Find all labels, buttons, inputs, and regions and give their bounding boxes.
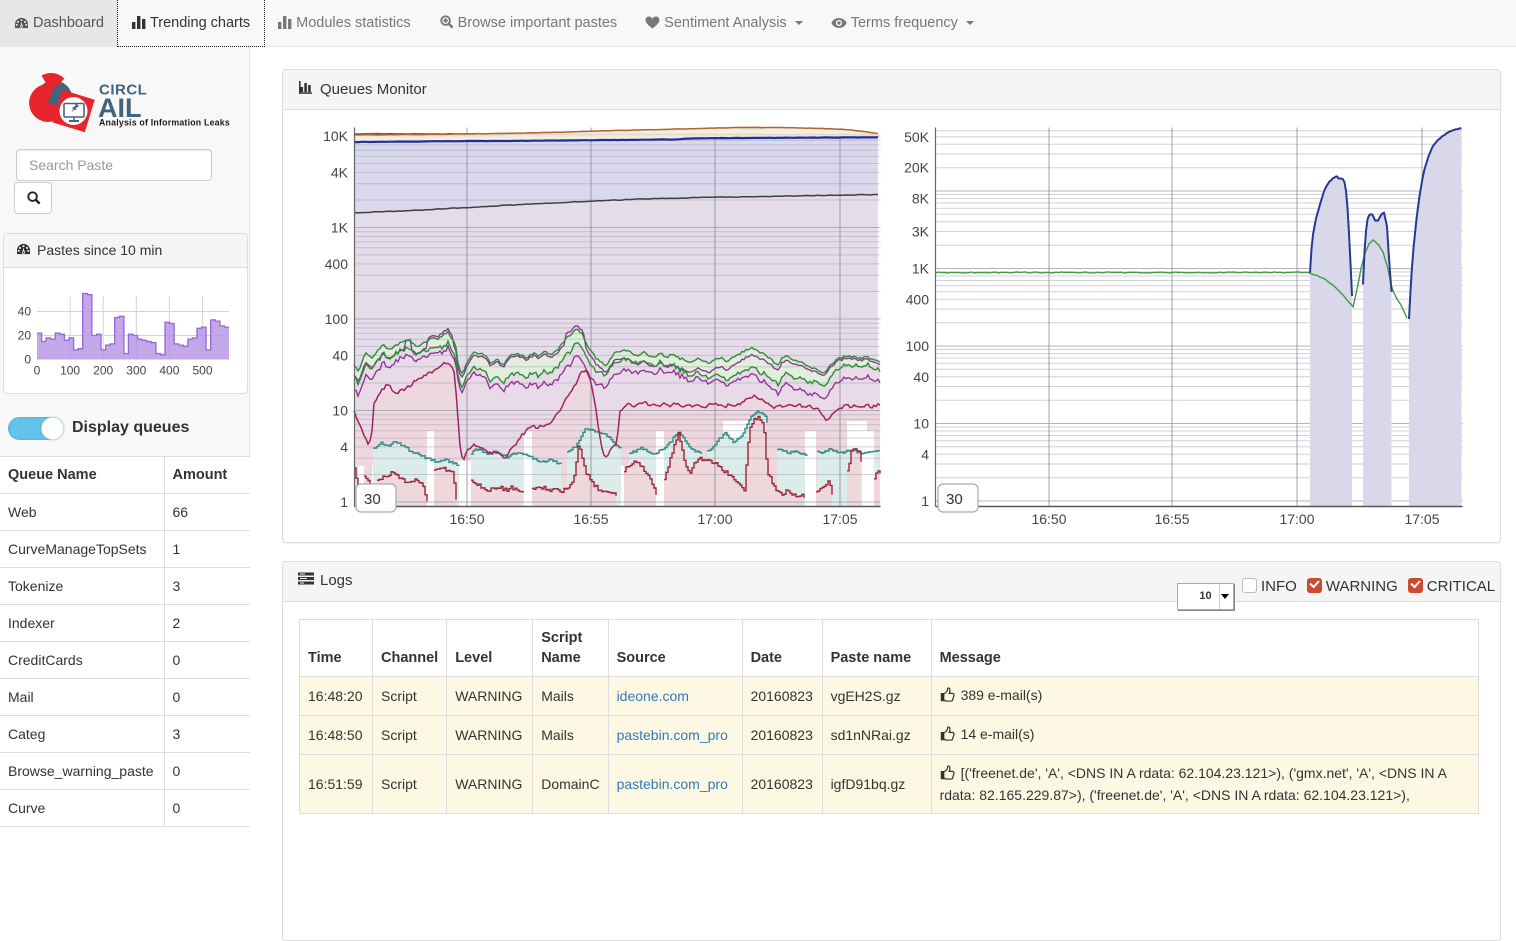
svg-text:17:05: 17:05 — [1404, 511, 1439, 527]
svg-text:4: 4 — [340, 439, 348, 455]
svg-text:1: 1 — [340, 494, 348, 510]
svg-text:10K: 10K — [323, 128, 349, 144]
svg-text:40: 40 — [18, 305, 32, 319]
svg-text:16:55: 16:55 — [1154, 511, 1189, 527]
svg-text:40: 40 — [913, 369, 929, 385]
svg-text:20: 20 — [18, 329, 32, 343]
svg-text:500: 500 — [192, 364, 212, 378]
svg-text:300: 300 — [126, 364, 146, 378]
svg-text:3K: 3K — [912, 224, 930, 240]
svg-text:1K: 1K — [912, 261, 930, 277]
svg-text:8K: 8K — [912, 191, 930, 207]
svg-text:4: 4 — [921, 446, 929, 462]
svg-text:1K: 1K — [331, 220, 349, 236]
svg-text:400: 400 — [906, 291, 930, 307]
svg-text:400: 400 — [159, 364, 179, 378]
svg-text:0: 0 — [24, 353, 31, 367]
svg-text:17:00: 17:00 — [1279, 511, 1314, 527]
svg-text:30: 30 — [946, 491, 963, 508]
svg-text:10: 10 — [913, 416, 929, 432]
svg-text:100: 100 — [906, 338, 930, 354]
svg-text:20K: 20K — [904, 160, 930, 176]
svg-text:100: 100 — [325, 311, 349, 327]
svg-text:50K: 50K — [904, 129, 930, 145]
svg-text:Analysis of Information Leaks: Analysis of Information Leaks — [99, 118, 230, 128]
svg-text:1: 1 — [921, 493, 929, 509]
svg-text:17:00: 17:00 — [697, 511, 732, 527]
svg-text:40: 40 — [332, 347, 348, 363]
svg-text:16:55: 16:55 — [573, 511, 608, 527]
svg-text:16:50: 16:50 — [449, 511, 484, 527]
svg-text:400: 400 — [325, 256, 349, 272]
svg-text:16:50: 16:50 — [1031, 511, 1066, 527]
svg-text:0: 0 — [34, 364, 41, 378]
svg-text:17:05: 17:05 — [822, 511, 857, 527]
svg-text:200: 200 — [93, 364, 113, 378]
svg-text:100: 100 — [60, 364, 80, 378]
svg-text:30: 30 — [364, 491, 381, 508]
svg-text:4K: 4K — [331, 164, 349, 180]
svg-text:10: 10 — [332, 403, 348, 419]
